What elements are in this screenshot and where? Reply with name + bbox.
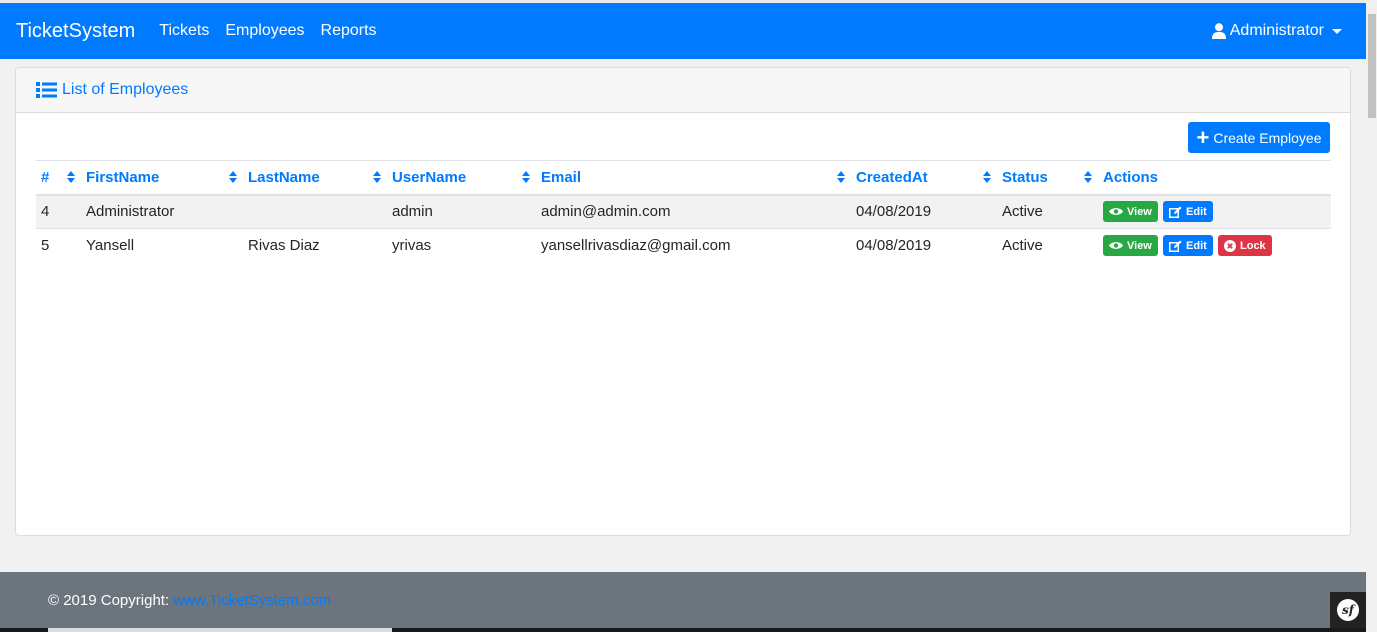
cell-id: 4 [36, 194, 81, 229]
navbar: TicketSystem Tickets Employees Reports A… [0, 3, 1366, 59]
plus-icon: + [1196, 124, 1210, 150]
column-header-id[interactable]: # [36, 160, 81, 196]
cell-status: Active [997, 228, 1098, 263]
user-icon [1211, 23, 1226, 39]
cell-username: admin [387, 194, 536, 229]
list-icon [36, 82, 57, 98]
footer-copyright: © 2019 Copyright: [48, 592, 170, 609]
sort-icon [522, 171, 530, 185]
employees-card: List of Employees + Create Employee # Fi… [15, 67, 1351, 536]
cell-createdat: 04/08/2019 [851, 194, 997, 229]
lock-button[interactable]: Lock [1218, 235, 1272, 257]
page-footer: © 2019 Copyright: www.TicketSystem.com [0, 572, 1366, 632]
cell-email: yansellrivasdiaz@gmail.com [536, 228, 851, 263]
sort-icon [837, 171, 845, 185]
cell-actions: View Edit Lock [1098, 228, 1331, 263]
edit-button[interactable]: Edit [1163, 235, 1213, 257]
cell-id: 5 [36, 228, 81, 263]
cell-status: Active [997, 194, 1098, 229]
nav-link-tickets[interactable]: Tickets [159, 22, 209, 40]
cell-username: yrivas [387, 228, 536, 263]
times-circle-icon [1224, 239, 1236, 252]
sort-icon [373, 171, 381, 185]
column-header-username[interactable]: UserName [387, 160, 536, 196]
column-header-email[interactable]: Email [536, 160, 851, 196]
table-header-row: # FirstName LastName UserName Email Crea… [36, 160, 1331, 196]
table-row: 5 Yansell Rivas Diaz yrivas yansellrivas… [36, 228, 1331, 263]
eye-icon [1109, 242, 1123, 250]
scrollbar-thumb[interactable] [1368, 14, 1376, 118]
cell-firstname: Yansell [81, 228, 243, 263]
cell-email: admin@admin.com [536, 194, 851, 229]
column-header-actions: Actions [1098, 160, 1331, 196]
view-button[interactable]: View [1103, 235, 1158, 257]
column-header-firstname[interactable]: FirstName [81, 160, 243, 196]
brand-link[interactable]: TicketSystem [16, 20, 135, 43]
symfony-toolbar-toggle[interactable]: sf [1330, 592, 1366, 628]
edit-icon [1169, 206, 1182, 218]
user-menu-dropdown[interactable]: Administrator [1211, 22, 1350, 40]
table-row: 4 Administrator admin admin@admin.com 04… [36, 194, 1331, 229]
edit-button[interactable]: Edit [1163, 201, 1213, 223]
caret-down-icon [1332, 28, 1342, 34]
cell-createdat: 04/08/2019 [851, 228, 997, 263]
create-employee-label: Create Employee [1213, 129, 1322, 146]
sort-icon [229, 171, 237, 185]
sort-icon [1084, 171, 1092, 185]
edit-icon [1169, 240, 1182, 252]
cell-actions: View Edit [1098, 194, 1331, 229]
taskbar-active-segment [48, 628, 392, 632]
taskbar-strip [0, 628, 1366, 632]
eye-icon [1109, 208, 1123, 216]
card-header: List of Employees [16, 68, 1350, 113]
sort-icon [983, 171, 991, 185]
column-header-lastname[interactable]: LastName [243, 160, 387, 196]
card-title: List of Employees [62, 81, 189, 98]
column-header-status[interactable]: Status [997, 160, 1098, 196]
page-scrollbar[interactable] [1366, 0, 1377, 632]
symfony-logo-icon: sf [1337, 599, 1359, 621]
column-header-createdat[interactable]: CreatedAt [851, 160, 997, 196]
cell-lastname: Rivas Diaz [243, 228, 387, 263]
cell-firstname: Administrator [81, 194, 243, 229]
sort-icon [67, 171, 75, 185]
employees-table: # FirstName LastName UserName Email Crea… [36, 160, 1331, 263]
user-menu-label: Administrator [1229, 22, 1324, 39]
nav-link-employees[interactable]: Employees [225, 22, 304, 40]
view-button[interactable]: View [1103, 201, 1158, 223]
cell-lastname [243, 194, 387, 229]
create-employee-button[interactable]: + Create Employee [1188, 122, 1330, 153]
nav-link-reports[interactable]: Reports [321, 22, 377, 40]
footer-site-link[interactable]: www.TicketSystem.com [173, 592, 331, 609]
